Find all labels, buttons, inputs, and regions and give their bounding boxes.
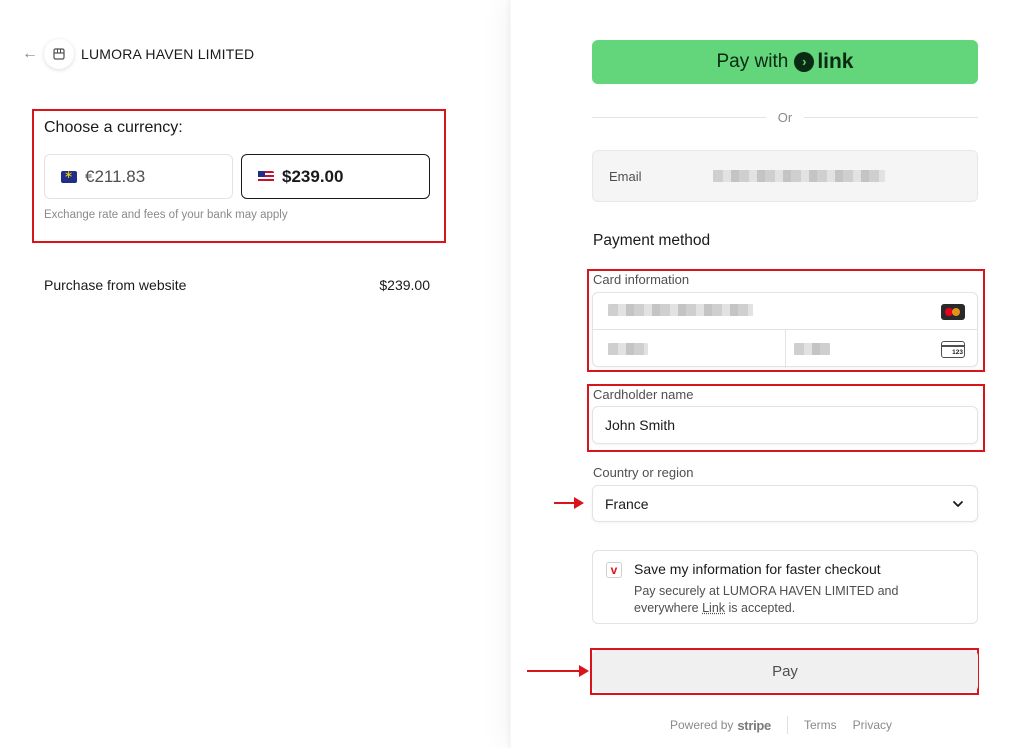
card-expiry-input[interactable] <box>593 330 786 368</box>
powered-by-text: Powered by <box>670 718 734 732</box>
merchant-name: LUMORA HAVEN LIMITED <box>81 46 255 62</box>
annotation-arrow <box>554 497 584 509</box>
separator-line <box>592 116 766 118</box>
save-desc-text: is accepted. <box>725 601 796 615</box>
save-info-checkbox[interactable]: v <box>606 562 622 578</box>
pay-button[interactable]: Pay <box>592 650 978 692</box>
line-item-price: $239.00 <box>379 277 430 293</box>
card-number-input[interactable] <box>593 293 977 330</box>
footer-divider <box>786 716 788 734</box>
currency-option-label: $239.00 <box>282 166 344 186</box>
line-item-label: Purchase from website <box>44 277 187 293</box>
panel-divider <box>505 0 511 748</box>
cardholder-name-input[interactable]: John Smith <box>592 406 978 444</box>
card-expiry-redacted <box>608 343 648 355</box>
or-text: Or <box>777 109 793 125</box>
currency-title: Choose a currency: <box>44 119 183 136</box>
country-label: Country or region <box>593 465 694 480</box>
country-select[interactable]: France <box>592 485 978 522</box>
cvc-card-icon: 123 <box>941 341 965 358</box>
card-number-redacted <box>608 304 753 316</box>
back-arrow-icon[interactable]: ← <box>20 44 40 64</box>
link-info-link[interactable]: Link <box>702 601 725 615</box>
card-cvc-input[interactable]: 123 <box>786 330 979 368</box>
merchant-logo <box>44 39 74 69</box>
stripe-logo[interactable]: stripe <box>737 718 771 733</box>
cardholder-label: Cardholder name <box>593 387 694 402</box>
privacy-link[interactable]: Privacy <box>853 718 892 732</box>
save-info-description: Pay securely at LUMORA HAVEN LIMITED and… <box>634 583 964 617</box>
exchange-rate-note: Exchange rate and fees of your bank may … <box>44 209 288 221</box>
card-info-group: 123 <box>592 292 979 368</box>
terms-link[interactable]: Terms <box>804 718 837 732</box>
email-redacted-value <box>713 170 885 182</box>
eu-flag-icon <box>61 168 77 183</box>
link-brand-text: link <box>817 50 854 73</box>
email-field[interactable]: Email <box>592 150 978 202</box>
save-info-title: Save my information for faster checkout <box>634 561 881 577</box>
mastercard-icon <box>941 304 965 320</box>
currency-option-eur[interactable]: €211.83 <box>44 154 233 199</box>
card-info-label: Card information <box>593 272 690 287</box>
separator-line <box>804 116 979 118</box>
email-label: Email <box>609 168 642 184</box>
or-separator: Or <box>592 108 979 126</box>
payment-method-title: Payment method <box>593 232 711 249</box>
country-value: France <box>605 495 649 512</box>
currency-option-usd[interactable]: $239.00 <box>241 154 430 199</box>
save-info-box: v Save my information for faster checkou… <box>592 550 978 624</box>
link-chevron-icon: › <box>794 52 815 72</box>
card-cvc-redacted <box>794 343 830 355</box>
link-logo: › link <box>794 50 854 74</box>
footer: Powered by stripe Terms Privacy <box>670 716 892 734</box>
chevron-down-icon <box>953 501 963 507</box>
store-icon <box>53 48 65 60</box>
pay-with-link-button[interactable]: Pay with › link <box>592 40 978 84</box>
currency-option-label: €211.83 <box>85 166 146 186</box>
annotation-arrow <box>527 665 589 677</box>
us-flag-icon <box>258 170 274 183</box>
link-button-prefix: Pay with <box>716 51 789 72</box>
